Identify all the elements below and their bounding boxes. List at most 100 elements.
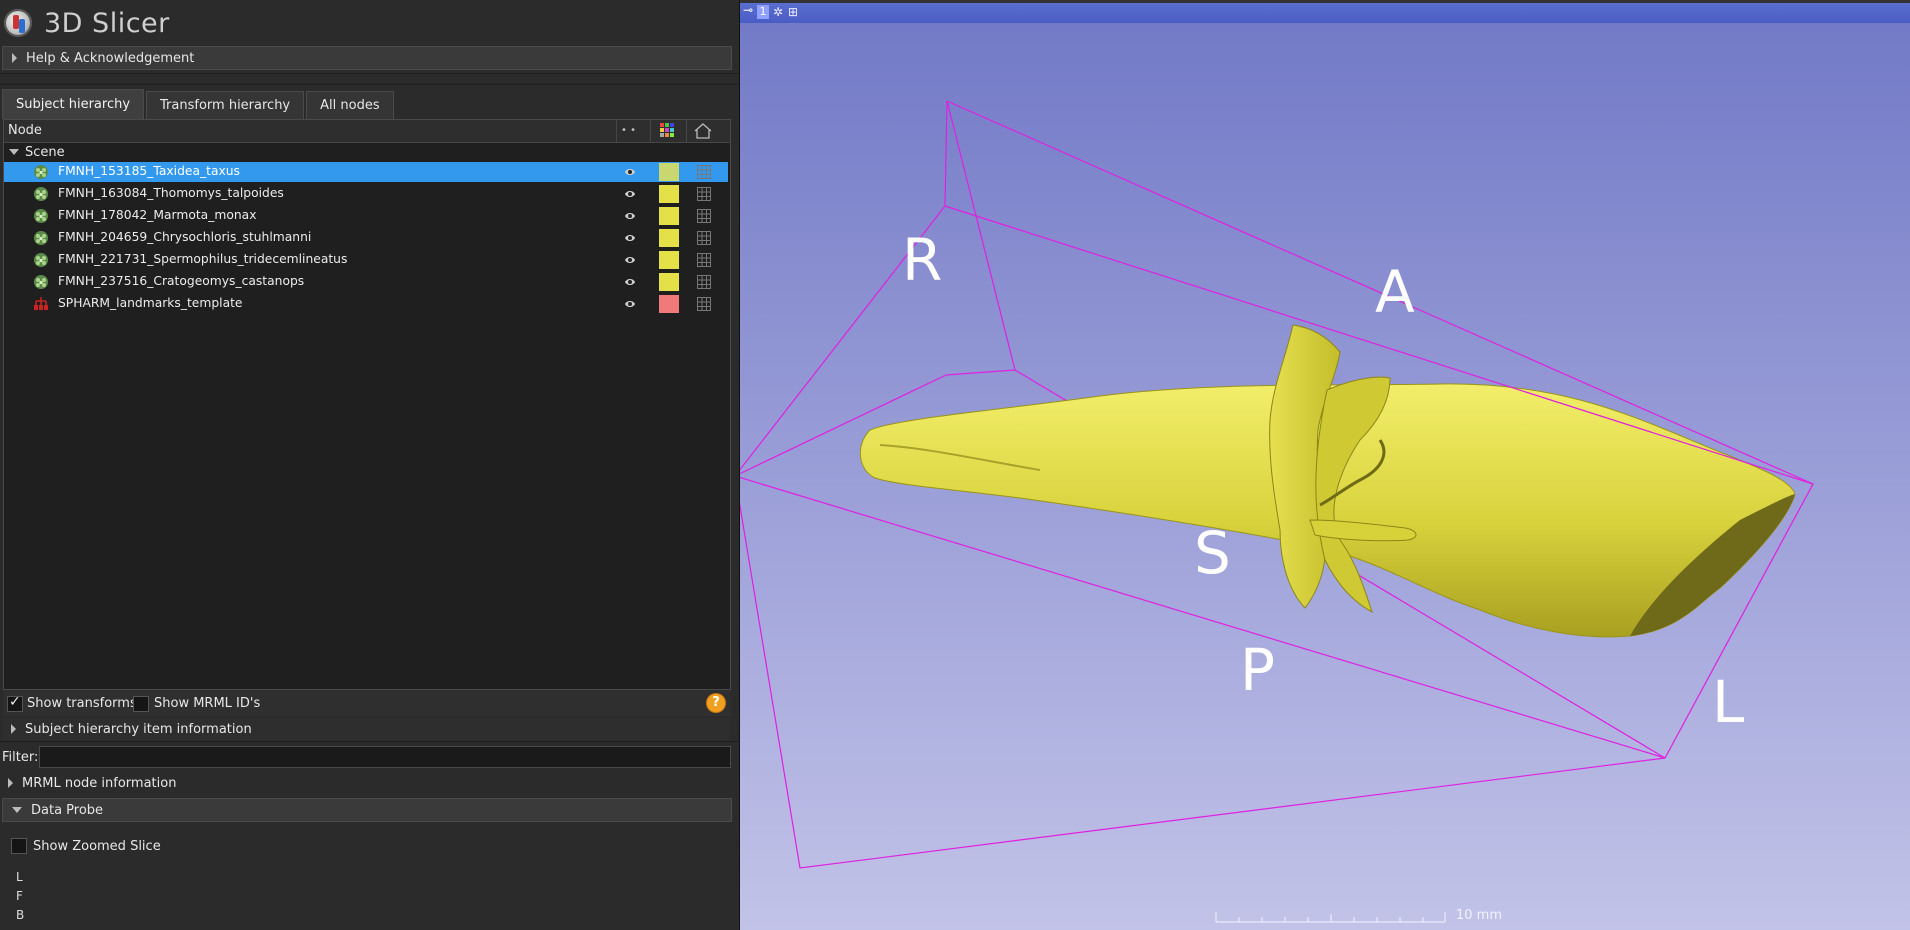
eye-icon[interactable] bbox=[624, 233, 636, 243]
model-icon bbox=[34, 275, 48, 289]
eye-icon[interactable] bbox=[624, 255, 636, 265]
tree-node-row[interactable]: FMNH_221731_Spermophilus_tridecemlineatu… bbox=[4, 250, 728, 270]
color-swatch[interactable] bbox=[659, 295, 679, 313]
divider bbox=[0, 84, 739, 85]
orientation-label-a: A bbox=[1375, 258, 1415, 326]
help-icon[interactable]: ? bbox=[707, 694, 725, 712]
collapse-arrow-icon bbox=[9, 149, 19, 155]
app-title: 3D Slicer bbox=[44, 7, 170, 39]
collapse-arrow-icon bbox=[12, 807, 22, 813]
help-section-label: Help & Acknowledgement bbox=[26, 50, 195, 66]
tab-transform-hierarchy[interactable]: Transform hierarchy bbox=[146, 91, 305, 119]
app-header: 3D Slicer bbox=[4, 6, 170, 40]
probe-line-l: L bbox=[16, 870, 23, 884]
color-swatch[interactable] bbox=[659, 185, 679, 203]
scene-row[interactable]: Scene bbox=[4, 142, 730, 162]
orientation-label-l: L bbox=[1712, 668, 1744, 736]
tree-node-row[interactable]: FMNH_204659_Chrysochloris_stuhlmanni bbox=[4, 228, 728, 248]
view-number: 1 bbox=[757, 5, 769, 19]
tree-node-row[interactable]: FMNH_178042_Marmota_monax bbox=[4, 206, 728, 226]
color-swatch[interactable] bbox=[659, 229, 679, 247]
item-info-section-label: Subject hierarchy item information bbox=[25, 721, 252, 737]
transform-grid-icon[interactable] bbox=[697, 275, 711, 289]
scene-label: Scene bbox=[25, 144, 65, 160]
help-section-header[interactable]: Help & Acknowledgement bbox=[2, 46, 732, 70]
subject-hierarchy-tree[interactable]: Node • • Scene FMNH_153185_Taxidea_taxus… bbox=[3, 119, 731, 690]
column-separator bbox=[686, 120, 687, 142]
transform-grid-icon[interactable] bbox=[697, 231, 711, 245]
tree-node-label: FMNH_204659_Chrysochloris_stuhlmanni bbox=[58, 230, 312, 244]
threed-view[interactable]: R A S P L ⊸ 1 ✲ ⊞ 10 mm bbox=[740, 0, 1910, 930]
column-separator bbox=[616, 120, 617, 142]
tree-node-row[interactable]: FMNH_237516_Cratogeomys_castanops bbox=[4, 272, 728, 292]
transform-grid-icon[interactable] bbox=[697, 187, 711, 201]
expand-arrow-icon bbox=[12, 53, 17, 63]
view-controller-bar: ⊸ 1 ✲ ⊞ bbox=[740, 0, 1910, 23]
transform-grid-icon[interactable] bbox=[697, 253, 711, 267]
markups-icon bbox=[34, 297, 48, 310]
eye-icon[interactable] bbox=[624, 211, 636, 221]
tree-node-label: SPHARM_landmarks_template bbox=[58, 296, 243, 310]
options-bar: Show transforms Show MRML ID's ? bbox=[3, 690, 731, 716]
probe-line-b: B bbox=[16, 908, 25, 922]
pin-icon[interactable]: ⊸ bbox=[743, 3, 753, 17]
slicer-logo-icon bbox=[4, 9, 32, 37]
node-column-header[interactable]: Node bbox=[8, 123, 42, 138]
color-swatch[interactable] bbox=[659, 207, 679, 225]
expand-arrow-icon bbox=[8, 778, 13, 788]
eye-icon[interactable] bbox=[624, 167, 636, 177]
divider bbox=[0, 741, 739, 742]
eye-icon[interactable] bbox=[624, 277, 636, 287]
transform-column-icon[interactable] bbox=[694, 123, 712, 139]
tree-node-row[interactable]: FMNH_153185_Taxidea_taxus bbox=[4, 162, 728, 182]
eye-icon[interactable] bbox=[624, 299, 636, 309]
filter-label: Filter: bbox=[2, 750, 39, 765]
tree-node-label: FMNH_237516_Cratogeomys_castanops bbox=[58, 274, 305, 288]
color-swatch[interactable] bbox=[659, 163, 679, 181]
expand-arrow-icon bbox=[11, 724, 16, 734]
layout-icon[interactable]: ⊞ bbox=[786, 5, 800, 19]
model-icon bbox=[34, 231, 48, 245]
mrml-info-section-label: MRML node information bbox=[22, 775, 177, 791]
settings-icon[interactable]: ✲ bbox=[771, 5, 785, 19]
model-icon bbox=[34, 165, 48, 179]
tree-node-label: FMNH_221731_Spermophilus_tridecemlineatu… bbox=[58, 252, 348, 266]
tab-subject-hierarchy[interactable]: Subject hierarchy bbox=[2, 89, 145, 119]
tree-node-label: FMNH_153185_Taxidea_taxus bbox=[58, 164, 240, 178]
model-icon bbox=[34, 253, 48, 267]
tree-node-row[interactable]: SPHARM_landmarks_template bbox=[4, 294, 728, 314]
model-icon bbox=[34, 209, 48, 223]
scale-ruler-label: 10 mm bbox=[1456, 908, 1503, 923]
color-swatch[interactable] bbox=[659, 251, 679, 269]
eye-icon[interactable] bbox=[624, 189, 636, 199]
tree-node-label: FMNH_178042_Marmota_monax bbox=[58, 208, 257, 222]
transform-grid-icon[interactable] bbox=[697, 165, 711, 179]
orientation-label-p: P bbox=[1240, 636, 1275, 704]
show-mrml-ids-checkbox[interactable] bbox=[133, 696, 149, 712]
transform-grid-icon[interactable] bbox=[697, 297, 711, 311]
module-panel: 3D Slicer Help & Acknowledgement Subject… bbox=[0, 0, 739, 930]
filter-row: Filter: bbox=[0, 745, 739, 769]
data-probe-section-label: Data Probe bbox=[31, 802, 104, 818]
tree-node-label: FMNH_163084_Thomomys_talpoides bbox=[58, 186, 284, 200]
filter-input[interactable] bbox=[39, 746, 731, 768]
data-probe-section-header[interactable]: Data Probe bbox=[2, 798, 732, 822]
transform-grid-icon[interactable] bbox=[697, 209, 711, 223]
tree-node-row[interactable]: FMNH_163084_Thomomys_talpoides bbox=[4, 184, 728, 204]
orientation-label-s: S bbox=[1194, 519, 1231, 587]
column-separator bbox=[650, 120, 651, 142]
threed-scene[interactable]: R A S P L bbox=[740, 0, 1910, 930]
tree-header: Node • • bbox=[4, 120, 730, 143]
show-zoomed-slice-checkbox[interactable] bbox=[11, 838, 27, 854]
show-transforms-checkbox[interactable] bbox=[7, 694, 23, 712]
show-mrml-ids-label: Show MRML ID's bbox=[154, 696, 261, 711]
visibility-column-header[interactable]: • • bbox=[621, 125, 636, 136]
color-column-icon[interactable] bbox=[660, 123, 674, 137]
item-info-section-header[interactable]: Subject hierarchy item information bbox=[2, 718, 730, 740]
orientation-label-r: R bbox=[902, 226, 942, 294]
show-zoomed-slice-label: Show Zoomed Slice bbox=[33, 839, 161, 854]
color-swatch[interactable] bbox=[659, 273, 679, 291]
mrml-info-section-header[interactable]: MRML node information bbox=[2, 772, 176, 794]
tab-all-nodes[interactable]: All nodes bbox=[306, 91, 394, 119]
show-transforms-label: Show transforms bbox=[27, 696, 137, 711]
